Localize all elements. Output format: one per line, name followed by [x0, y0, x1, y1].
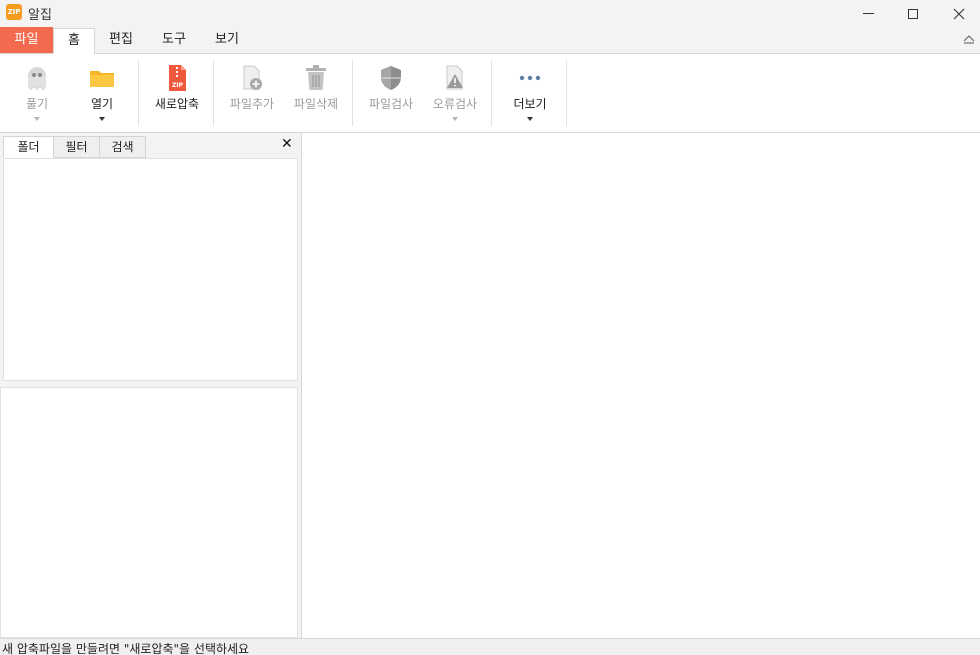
- extract-label: 풀기: [25, 97, 49, 111]
- tab-tools[interactable]: 도구: [153, 28, 195, 54]
- side-panel-close-icon[interactable]: ✕: [281, 136, 293, 152]
- collapse-ribbon-icon[interactable]: [962, 32, 976, 46]
- svg-text:ZIP: ZIP: [172, 82, 184, 89]
- add-file-label: 파일추가: [229, 97, 275, 111]
- folder-icon: [90, 71, 114, 87]
- more-dropdown-arrow-icon[interactable]: [527, 117, 533, 121]
- extract-button[interactable]: 풀기: [6, 54, 68, 132]
- trash-icon: [306, 65, 326, 90]
- ribbon-separator: [213, 60, 214, 126]
- scan-file-label: 파일검사: [368, 97, 414, 111]
- maximize-icon: [908, 8, 918, 19]
- tab-home[interactable]: 홈: [53, 28, 95, 55]
- tab-search[interactable]: 검색: [99, 136, 146, 158]
- delete-file-button[interactable]: 파일삭제: [285, 54, 347, 132]
- ribbon-separator: [491, 60, 492, 126]
- tab-folder[interactable]: 폴더: [3, 136, 54, 158]
- error-check-label: 오류검사: [432, 97, 478, 111]
- title-bar: ZIP 알집: [0, 0, 980, 27]
- folder-tree[interactable]: [3, 158, 298, 381]
- ribbon-separator: [566, 60, 567, 126]
- maximize-button[interactable]: [890, 0, 936, 27]
- file-list-area[interactable]: [301, 133, 980, 638]
- ghost-icon: [27, 67, 47, 91]
- status-text: 새 압축파일을 만들려면 "새로압축"을 선택하세요: [2, 642, 250, 655]
- close-icon: [953, 8, 965, 19]
- open-label: 열기: [90, 97, 114, 111]
- extract-dropdown-arrow-icon[interactable]: [34, 117, 40, 121]
- new-archive-button[interactable]: ZIP 새로압축: [146, 54, 208, 132]
- side-panel: 필터 검색 폴더 ✕: [0, 133, 300, 638]
- shield-icon: [381, 66, 401, 90]
- close-button[interactable]: [936, 0, 980, 27]
- scan-file-button[interactable]: 파일검사: [360, 54, 422, 132]
- folder-contents-pane[interactable]: [0, 387, 298, 638]
- delete-file-label: 파일삭제: [293, 97, 339, 111]
- status-bar: 새 압축파일을 만들려면 "새로압축"을 선택하세요: [0, 638, 980, 655]
- error-check-dropdown-arrow-icon[interactable]: [452, 117, 458, 121]
- tab-edit[interactable]: 편집: [100, 28, 142, 54]
- warning-file-icon: [446, 65, 463, 90]
- open-dropdown-arrow-icon[interactable]: [99, 117, 105, 121]
- minimize-icon: [862, 13, 874, 14]
- ribbon-tab-bar: 파일 홈 편집 도구 보기: [0, 27, 980, 55]
- more-label: 더보기: [513, 97, 547, 111]
- ribbon-separator: [352, 60, 353, 126]
- ribbon-toolbar: 풀기 열기 ZIP 새로압축 파일추가 파일삭제 파일검사 오류검사 더보기: [0, 54, 980, 133]
- more-button[interactable]: 더보기: [499, 54, 561, 132]
- tab-filter[interactable]: 필터: [53, 136, 100, 158]
- new-archive-label: 새로압축: [154, 97, 200, 111]
- window-title: 알집: [28, 8, 52, 23]
- more-dots-icon: [519, 75, 541, 81]
- open-button[interactable]: 열기: [71, 54, 133, 132]
- error-check-button[interactable]: 오류검사: [424, 54, 486, 132]
- minimize-button[interactable]: [845, 0, 891, 27]
- tab-file[interactable]: 파일: [0, 27, 53, 53]
- ribbon-separator: [138, 60, 139, 126]
- app-logo-icon: ZIP: [6, 4, 22, 20]
- tab-view[interactable]: 보기: [206, 28, 248, 54]
- zip-file-icon: ZIP: [169, 65, 186, 91]
- add-file-button[interactable]: 파일추가: [221, 54, 283, 132]
- file-add-icon: [243, 65, 262, 90]
